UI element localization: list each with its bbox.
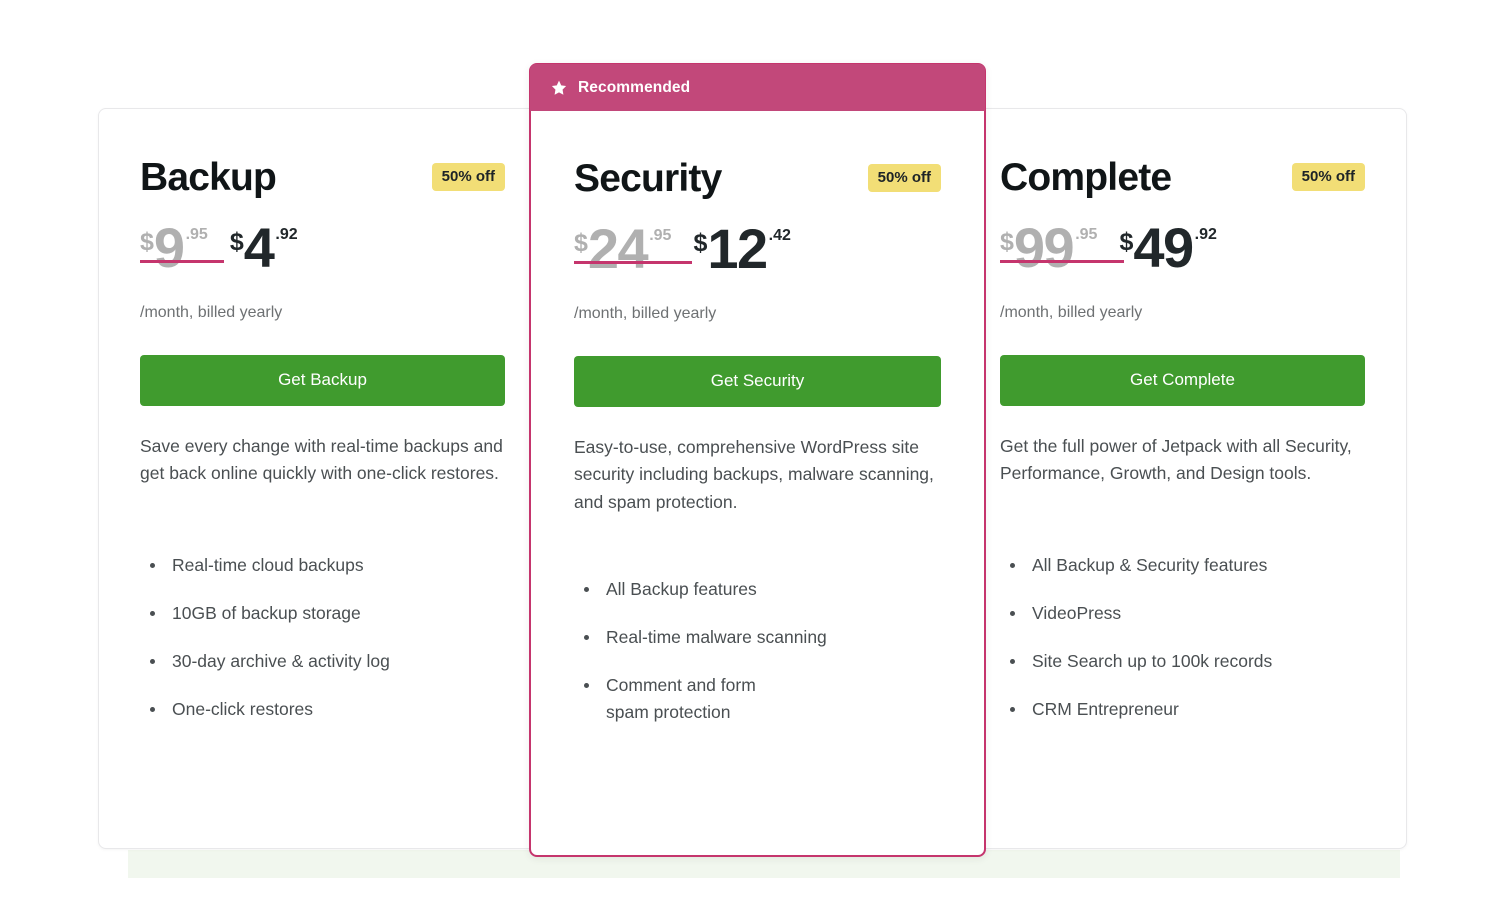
price-amount: 99 — [1013, 216, 1075, 279]
discount-badge: 50% off — [1291, 163, 1365, 191]
plan-description: Get the full power of Jetpack with all S… — [1000, 435, 1352, 484]
card-body: Complete 50% off $ 99 .95 $ 49 .92 /mont… — [959, 109, 1406, 724]
list-item: All Backup features — [574, 576, 941, 603]
currency-symbol: $ — [1000, 228, 1014, 256]
get-backup-button[interactable]: Get Backup — [140, 354, 505, 406]
current-price: $ 49 .92 — [1119, 216, 1217, 279]
list-item: Real-time cloud backups — [140, 552, 505, 579]
list-item: Real-time malware scanning — [574, 624, 941, 651]
card-body: Backup 50% off $ 9 .95 $ 4 .92 /month, b… — [99, 109, 546, 724]
price-cents: .42 — [768, 227, 791, 244]
strikethrough-line — [1000, 260, 1124, 263]
price-row: $ 24 .95 $ 12 .42 — [574, 217, 941, 289]
recommended-label: Recommended — [578, 78, 691, 96]
price-cents: .95 — [185, 226, 208, 243]
get-complete-button[interactable]: Get Complete — [1000, 354, 1365, 406]
card-body: Security 50% off $ 24 .95 $ 12 .42 /mont… — [531, 111, 984, 726]
plan-description: Easy-to-use, comprehensive WordPress sit… — [574, 436, 934, 513]
currency-symbol: $ — [140, 228, 154, 256]
price-amount: 4 — [243, 216, 275, 279]
feature-list: All Backup & Security features VideoPres… — [1000, 552, 1365, 724]
list-item: 30-day archive & activity log — [140, 648, 505, 675]
card-header: Security 50% off — [574, 156, 941, 200]
recommended-banner: Recommended — [530, 64, 985, 111]
price-cents: .92 — [275, 226, 298, 243]
discount-badge: 50% off — [867, 164, 941, 192]
list-item: VideoPress — [1000, 600, 1365, 627]
currency-symbol: $ — [693, 229, 708, 257]
pricing-card-security[interactable]: Recommended Security 50% off $ 24 .95 $ … — [529, 63, 986, 857]
original-price: $ 99 .95 — [1000, 216, 1124, 279]
pricing-card-backup[interactable]: Backup 50% off $ 9 .95 $ 4 .92 /month, b… — [98, 108, 547, 849]
currency-symbol: $ — [574, 229, 588, 257]
pricing-card-complete[interactable]: Complete 50% off $ 99 .95 $ 49 .92 /mont… — [958, 108, 1407, 849]
pricing-page: Backup 50% off $ 9 .95 $ 4 .92 /month, b… — [0, 0, 1504, 908]
list-item: 10GB of backup storage — [140, 600, 505, 627]
plan-title: Security — [574, 156, 722, 200]
list-item: Site Search up to 100k records — [1000, 648, 1365, 675]
list-item: One-click restores — [140, 696, 505, 723]
plan-title: Backup — [140, 155, 277, 199]
list-item: Comment and form spam protection — [574, 672, 781, 726]
price-amount: 24 — [587, 217, 649, 280]
original-price: $ 9 .95 — [140, 216, 224, 279]
card-header: Backup 50% off — [140, 155, 505, 199]
price-row: $ 99 .95 $ 49 .92 — [1000, 216, 1365, 288]
currency-symbol: $ — [1119, 228, 1134, 256]
billing-note: /month, billed yearly — [140, 304, 283, 321]
card-header: Complete 50% off — [1000, 155, 1365, 199]
price-amount: 49 — [1133, 216, 1194, 279]
price-amount: 9 — [153, 216, 185, 279]
feature-list: All Backup features Real-time malware sc… — [574, 576, 941, 727]
discount-badge: 50% off — [431, 163, 505, 191]
list-item: All Backup & Security features — [1000, 552, 1365, 579]
price-row: $ 9 .95 $ 4 .92 — [140, 216, 505, 288]
price-cents: .95 — [1075, 226, 1098, 243]
strikethrough-line — [574, 261, 692, 264]
feature-list: Real-time cloud backups 10GB of backup s… — [140, 552, 505, 724]
star-icon — [551, 80, 567, 95]
plan-title: Complete — [1000, 155, 1172, 199]
price-amount: 12 — [707, 217, 768, 280]
billing-note: /month, billed yearly — [1000, 304, 1143, 321]
currency-symbol: $ — [229, 228, 244, 256]
current-price: $ 12 .42 — [693, 217, 791, 280]
current-price: $ 4 .92 — [229, 216, 298, 279]
get-security-button[interactable]: Get Security — [574, 355, 941, 407]
billing-note: /month, billed yearly — [574, 305, 717, 322]
strikethrough-line — [140, 260, 224, 263]
price-cents: .95 — [649, 227, 672, 244]
plan-description: Save every change with real-time backups… — [140, 435, 503, 484]
price-cents: .92 — [1194, 226, 1217, 243]
original-price: $ 24 .95 — [574, 217, 692, 280]
list-item: CRM Entrepreneur — [1000, 696, 1365, 723]
